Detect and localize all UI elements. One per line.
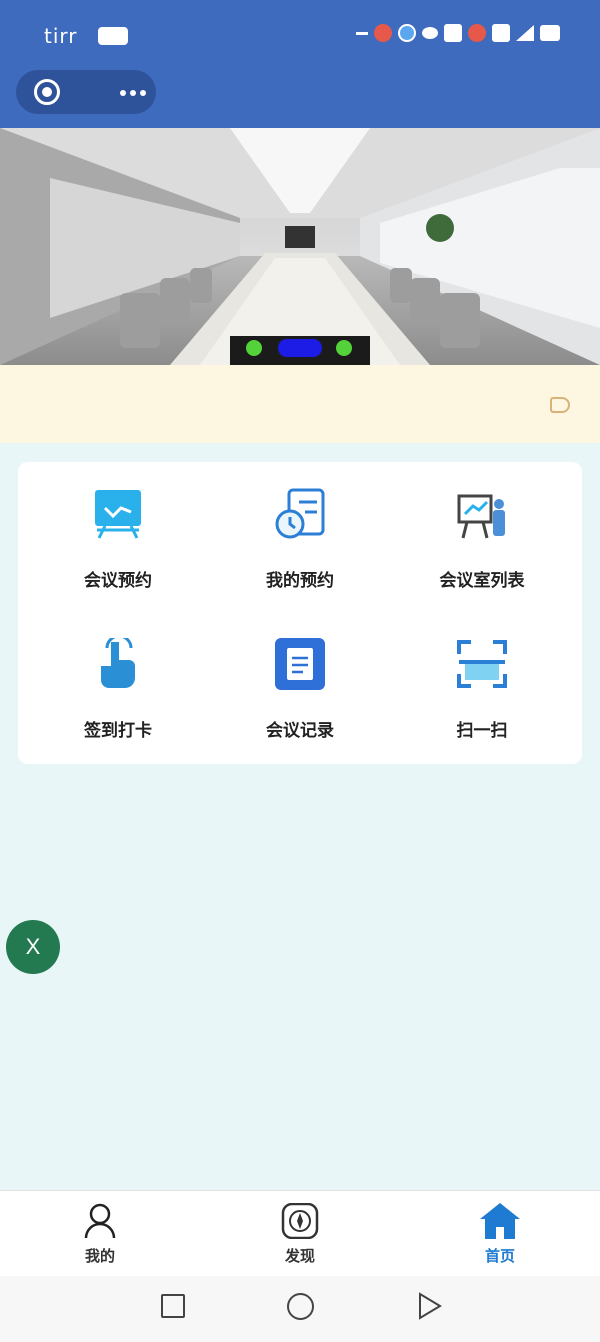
app-notification-icon — [374, 24, 392, 42]
more-dots-icon[interactable] — [120, 90, 146, 96]
target-icon[interactable] — [34, 79, 60, 105]
bottom-tab-bar: 我的 发现 首页 — [0, 1190, 600, 1276]
battery-icon — [540, 25, 560, 41]
scan-icon — [457, 640, 507, 688]
carousel-dot[interactable] — [336, 340, 352, 356]
square-notification-icon — [444, 24, 462, 42]
wifi-icon — [492, 24, 510, 42]
dash-icon — [356, 31, 368, 35]
recent-apps-button[interactable] — [161, 1294, 185, 1318]
speaker-icon — [550, 397, 570, 413]
home-icon — [480, 1203, 520, 1239]
screen-board-icon — [95, 490, 141, 539]
grid-item-room-list[interactable]: 会议室列表 — [388, 462, 576, 612]
battery-small-icon — [98, 27, 128, 45]
tab-home[interactable]: 首页 — [400, 1191, 600, 1277]
floating-action-button[interactable]: X — [6, 920, 60, 974]
grid-item-label: 签到打卡 — [84, 721, 152, 741]
notice-bar[interactable] — [0, 365, 600, 443]
compass-icon — [281, 1203, 319, 1239]
app-notification-icon — [468, 24, 486, 42]
grid-item-label: 会议室列表 — [439, 571, 525, 591]
grid-item-meeting-booking[interactable]: 会议预约 — [24, 462, 212, 612]
clock-document-icon — [275, 488, 325, 539]
function-grid: 会议预约 我的预约 会议室列表 签到打卡 会议记录 扫一扫 — [18, 462, 582, 764]
app-notification-icon — [398, 24, 416, 42]
system-nav-bar — [0, 1276, 600, 1342]
conference-room-image — [0, 128, 600, 365]
back-button[interactable] — [417, 1292, 443, 1320]
grid-item-label: 扫一扫 — [456, 721, 508, 741]
status-time: tirr — [44, 24, 78, 48]
grid-item-label: 我的预约 — [266, 571, 334, 591]
app-header: tirr — [0, 0, 600, 128]
tab-label: 首页 — [484, 1247, 515, 1265]
home-button[interactable] — [287, 1293, 314, 1320]
carousel-indicators — [246, 339, 352, 357]
touch-icon — [101, 638, 135, 688]
grid-item-checkin[interactable]: 签到打卡 — [24, 612, 212, 762]
mini-program-capsule — [16, 70, 156, 114]
tab-discover[interactable]: 发现 — [200, 1191, 400, 1277]
carousel-dot[interactable] — [246, 340, 262, 356]
signal-icon — [516, 25, 534, 41]
tab-label: 我的 — [84, 1247, 115, 1265]
carousel-dot-active[interactable] — [278, 339, 322, 357]
banner-carousel[interactable] — [0, 128, 600, 365]
presentation-icon — [457, 494, 505, 539]
grid-item-meeting-records[interactable]: 会议记录 — [206, 612, 394, 762]
tab-mine[interactable]: 我的 — [0, 1191, 200, 1277]
grid-item-label: 会议记录 — [266, 721, 334, 741]
grid-item-label: 会议预约 — [84, 571, 152, 591]
document-icon — [275, 638, 325, 690]
status-icons — [356, 24, 560, 42]
cloud-icon — [422, 27, 438, 39]
grid-item-my-bookings[interactable]: 我的预约 — [206, 462, 394, 612]
person-icon — [84, 1203, 116, 1239]
tab-label: 发现 — [284, 1247, 315, 1265]
status-bar: tirr — [0, 18, 600, 58]
grid-item-scan[interactable]: 扫一扫 — [388, 612, 576, 762]
